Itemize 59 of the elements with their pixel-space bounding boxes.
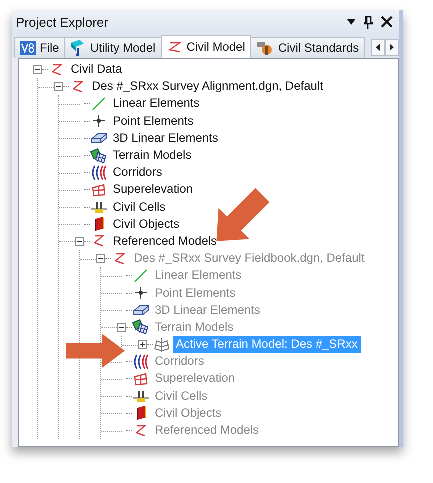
arrow-icon [66,334,126,368]
grid-icon [90,148,108,164]
tree-item[interactable]: Civil Objects [110,216,183,233]
collapse-button[interactable] [33,65,42,74]
tree-item[interactable]: Civil Data [68,61,126,78]
crosshair-icon [133,286,149,300]
collapse-button[interactable] [75,236,84,246]
tree-item[interactable]: Linear Elements [110,95,203,112]
tree-item[interactable]: Referenced Models [110,232,220,250]
collapse-button[interactable] [54,82,63,92]
box-icon [132,303,150,318]
line-icon [91,96,107,111]
close-icon[interactable] [381,16,393,28]
minus-icon [35,69,40,70]
tree-item[interactable]: 3D Linear Elements [110,130,222,147]
arcs-icon [132,354,150,370]
zigzag-icon [166,40,183,54]
dropdown-icon[interactable] [347,19,356,25]
box-icon [90,131,108,146]
cell-icon [132,389,150,404]
tab[interactable]: Civil Standards [250,37,366,58]
crosshair-icon [91,114,107,128]
panel-title: Project Explorer [16,14,110,30]
plus-icon [140,342,145,348]
tree-item[interactable]: Terrain Models [110,147,195,164]
cell-icon [90,200,108,214]
zigzag-icon [113,252,127,266]
zigzag-icon [134,424,148,438]
tree-item[interactable]: Des #_SRxx Survey Alignment.dgn, Default [89,78,326,96]
scroll-left-button[interactable] [371,39,385,56]
tree-item[interactable]: Civil Cells [110,198,169,216]
mesh-icon [153,336,171,353]
minus-icon [98,258,103,260]
v8-logo-icon [20,41,36,55]
tab[interactable]: Civil Model [160,35,252,58]
zigzag-icon [92,234,106,248]
book-icon [134,405,148,422]
caret-right-icon [390,44,394,51]
tree-item[interactable]: Corridors [110,164,166,182]
minus-icon [56,86,61,88]
arcs-icon [90,164,108,181]
book-icon [92,216,106,232]
tree-item[interactable]: Point Elements [110,112,197,130]
line-icon [133,268,149,283]
tree-item[interactable]: Superelevation [110,181,196,198]
grid-icon [91,182,107,197]
tools-icon [256,40,274,56]
zigzag-icon [71,80,85,94]
minus-icon [119,326,124,328]
tab[interactable]: File [14,37,66,58]
pin-icon[interactable] [364,16,373,28]
pipe-icon [70,39,86,57]
tab[interactable]: Utility Model [64,37,162,58]
minus-icon [77,240,82,242]
grid-icon [133,372,149,386]
scroll-right-button[interactable] [385,39,399,56]
zigzag-icon [50,62,64,77]
caret-left-icon [376,44,380,51]
grid-icon [132,319,150,336]
